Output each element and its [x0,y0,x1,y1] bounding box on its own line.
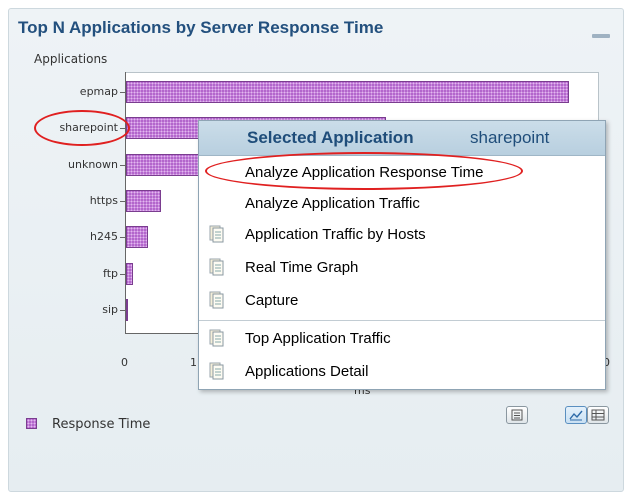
document-icon [209,329,225,352]
chart-bar[interactable] [126,189,161,212]
y-tick-label[interactable]: h245 [6,230,118,243]
menu-separator [199,320,605,321]
y-tick-label[interactable]: epmap [6,85,118,98]
chart-view-icon [569,410,583,421]
table-view-button[interactable] [587,406,609,424]
y-tick-label[interactable]: unknown [6,158,118,171]
selected-application-name: sharepoint [470,128,550,147]
menu-item-capture[interactable]: Capture [199,285,605,315]
chart-bar[interactable] [126,298,128,321]
menu-item-analyze-traffic[interactable]: Analyze Application Traffic [199,188,605,218]
menu-item-analyze-response-time[interactable]: Analyze Application Response Time [199,157,605,187]
menu-item-top-application-traffic[interactable]: Top Application Traffic [199,323,605,353]
menu-item-applications-detail[interactable]: Applications Detail [199,356,605,386]
table-view-icon [591,409,605,421]
y-tick-label[interactable]: sip [6,303,118,316]
menu-item-label: Applications Detail [245,363,369,380]
context-menu: Selected Application sharepoint Analyze … [198,120,606,390]
menu-item-label: Capture [245,292,299,309]
context-menu-title: Selected Application [247,128,414,147]
panel-title: Top N Applications by Server Response Ti… [18,18,384,37]
minimize-button[interactable] [592,34,610,38]
chart-bar[interactable] [126,226,149,249]
y-tick-label[interactable]: sharepoint [6,121,118,134]
export-icon [511,409,523,421]
menu-item-label: Application Traffic by Hosts [245,226,426,243]
y-axis-line [125,72,126,334]
menu-item-real-time-graph[interactable]: Real Time Graph [199,252,605,282]
menu-item-label: Analyze Application Response Time [245,164,484,181]
x-tick-label: 0 [121,356,128,369]
y-axis-title: Applications [34,52,108,66]
chart-bar[interactable] [126,262,134,285]
y-tick-label[interactable]: ftp [6,267,118,280]
context-menu-header: Selected Application sharepoint [199,121,605,156]
document-icon [209,291,225,314]
chart-view-button[interactable] [565,406,587,424]
document-icon [209,362,225,385]
menu-item-label: Real Time Graph [245,259,359,276]
menu-item-traffic-by-hosts[interactable]: Application Traffic by Hosts [199,219,605,249]
menu-item-label: Top Application Traffic [245,330,391,347]
menu-item-label: Analyze Application Traffic [245,195,420,212]
x-tick-label: 1 [190,356,197,369]
legend-swatch [26,418,37,429]
y-tick-label[interactable]: https [6,194,118,207]
chart-bar[interactable] [126,81,569,103]
export-button[interactable] [506,406,528,424]
document-icon [209,258,225,281]
legend-label: Response Time [52,417,151,432]
document-icon [209,225,225,248]
